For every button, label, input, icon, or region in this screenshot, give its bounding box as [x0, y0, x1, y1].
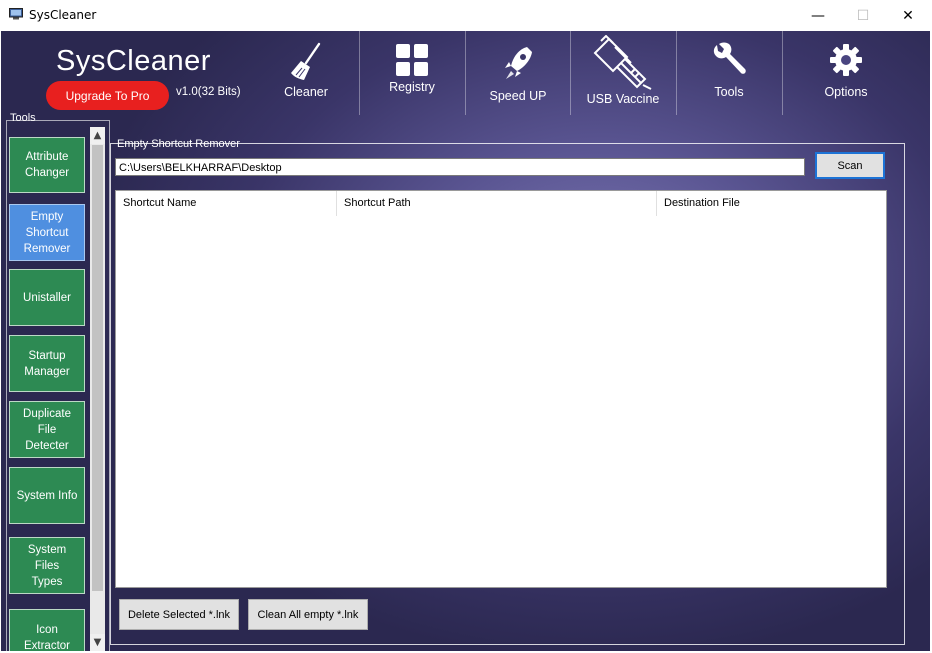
version-label: v1.0(32 Bits) — [176, 86, 241, 98]
nav-cleaner-label: Cleaner — [284, 85, 328, 99]
sidebar-item-system-files-types[interactable]: System Files Types — [9, 537, 85, 594]
broom-icon — [254, 41, 358, 83]
path-input[interactable]: C:\Users\BELKHARRAF\Desktop — [115, 158, 805, 176]
brand-title: SysCleaner — [56, 45, 211, 77]
nav-cleaner[interactable]: Cleaner — [254, 31, 358, 115]
sidebar-item-startup-manager[interactable]: Startup Manager — [9, 335, 85, 392]
usb-syringe-icon — [571, 33, 675, 93]
app-icon — [9, 8, 23, 20]
column-header-destination-file[interactable]: Destination File — [656, 191, 886, 216]
title-bar: SysCleaner — ☐ ✕ — [0, 0, 932, 31]
sidebar-item-attribute-changer[interactable]: Attribute Changer — [9, 137, 85, 193]
sidebar-item-duplicate-file-detecter[interactable]: Duplicate File Detecter — [9, 401, 85, 458]
sidebar-scrollbar[interactable]: ▲ ▼ — [90, 127, 105, 651]
sidebar-item-empty-shortcut-remover[interactable]: Empty Shortcut Remover — [9, 204, 85, 261]
nav-speed-up[interactable]: Speed UP — [465, 31, 570, 115]
minimize-button[interactable]: — — [795, 0, 841, 31]
scroll-up-arrow-icon[interactable]: ▲ — [90, 127, 105, 144]
grid-icon — [360, 39, 464, 81]
sidebar-item-system-info[interactable]: System Info — [9, 467, 85, 524]
sidebar-item-icon-extractor[interactable]: Icon Extractor — [9, 609, 85, 651]
nav-tools-label: Tools — [714, 85, 744, 99]
wrench-icon — [677, 39, 781, 81]
nav-registry[interactable]: Registry — [359, 31, 464, 115]
sidebar-item-unistaller[interactable]: Unistaller — [9, 269, 85, 326]
column-header-shortcut-path[interactable]: Shortcut Path — [336, 191, 656, 216]
tools-group-label: Tools — [10, 112, 36, 124]
window-title: SysCleaner — [29, 8, 97, 22]
nav-options[interactable]: Options — [782, 31, 929, 115]
rocket-icon — [466, 43, 570, 85]
scroll-down-arrow-icon[interactable]: ▼ — [90, 634, 105, 651]
column-header-shortcut-name[interactable]: Shortcut Name — [116, 191, 336, 216]
maximize-button[interactable]: ☐ — [840, 0, 886, 31]
group-title: Empty Shortcut Remover — [117, 138, 240, 150]
scan-button[interactable]: Scan — [815, 152, 885, 179]
nav-options-label: Options — [824, 85, 868, 99]
tools-sidebar: Attribute Changer Empty Shortcut Remover… — [7, 127, 89, 651]
nav-usb-vaccine[interactable]: USB Vaccine — [570, 31, 675, 115]
nav-registry-label: Registry — [389, 80, 435, 94]
clean-all-button[interactable]: Clean All empty *.lnk — [248, 599, 368, 630]
nav-tools[interactable]: Tools — [676, 31, 781, 115]
header: SysCleaner Upgrade To Pro v1.0(32 Bits) … — [1, 31, 930, 115]
app-client-area: SysCleaner Upgrade To Pro v1.0(32 Bits) … — [1, 31, 930, 651]
nav-usb-vaccine-label: USB Vaccine — [586, 92, 660, 106]
scrollbar-thumb[interactable] — [92, 145, 103, 591]
gear-icon — [783, 39, 909, 81]
delete-selected-button[interactable]: Delete Selected *.lnk — [119, 599, 239, 630]
upgrade-to-pro-button[interactable]: Upgrade To Pro — [46, 81, 169, 110]
nav-speed-up-label: Speed UP — [489, 89, 547, 103]
shortcut-list[interactable]: Shortcut Name Shortcut Path Destination … — [115, 190, 887, 588]
close-button[interactable]: ✕ — [885, 0, 931, 31]
